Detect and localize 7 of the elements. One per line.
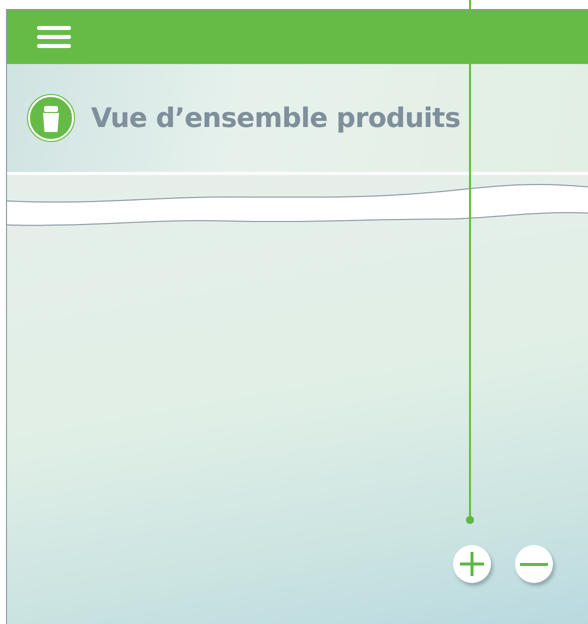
menu-button[interactable] bbox=[37, 23, 71, 51]
plus-icon bbox=[459, 551, 485, 577]
zoom-out-button[interactable] bbox=[515, 545, 553, 583]
minus-icon bbox=[520, 562, 548, 566]
trash-bin-icon bbox=[27, 94, 75, 142]
page-title: Vue d’ensemble produits bbox=[91, 102, 460, 134]
zoom-in-button[interactable] bbox=[453, 545, 491, 583]
